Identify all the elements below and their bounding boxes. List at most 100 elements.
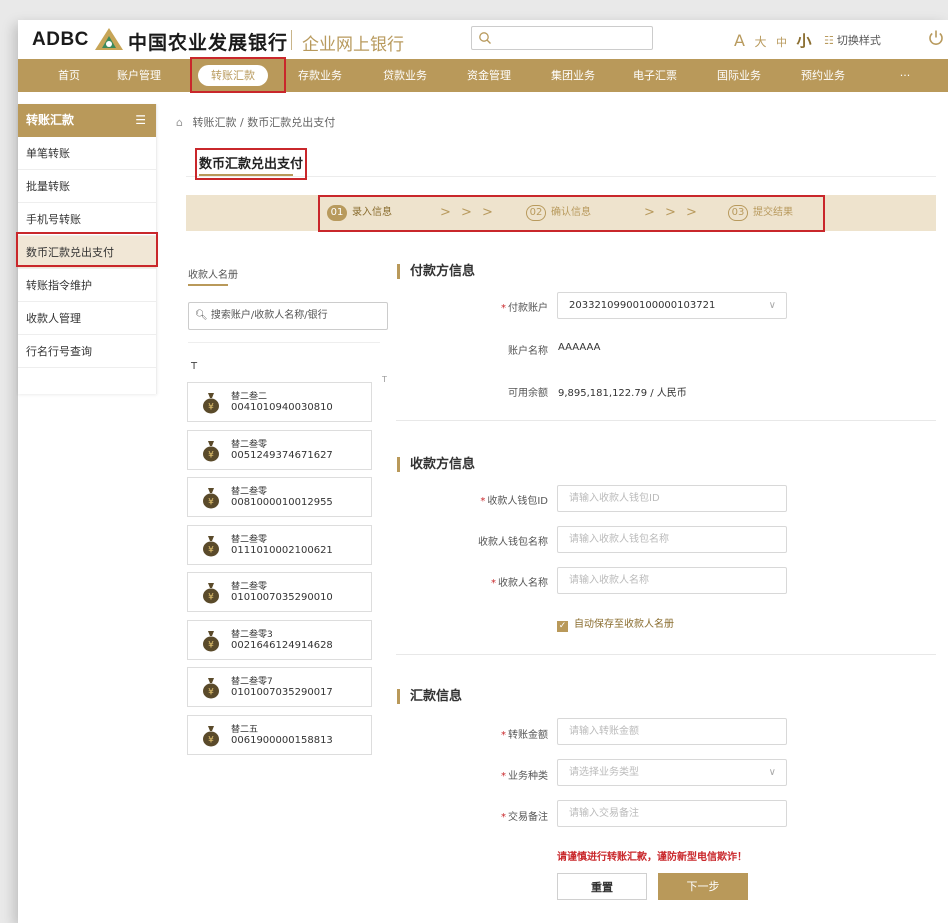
app-window: ADBC 中国农业发展银行 企业网上银行 A 大 中 小 ☷ 切换样式 首页 账…	[16, 20, 948, 923]
payee-name-label: * 收款人名称	[491, 578, 548, 589]
nav-more-button[interactable]: ···	[892, 59, 918, 92]
collapse-menu-icon[interactable]: ☰	[135, 104, 146, 137]
font-large-button[interactable]: 大	[754, 35, 766, 49]
payee-name-input[interactable]: 请输入收款人名称	[557, 567, 787, 594]
page-title: 数币汇款兑出支付	[199, 157, 304, 172]
payee-card[interactable]: ¥ 替二叁零 0111010002100621	[187, 525, 372, 565]
step-3: 03 提交结果	[728, 195, 793, 231]
memo-placeholder: 请输入交易备注	[569, 808, 639, 819]
payee-account: 0041010940030810	[231, 402, 333, 413]
money-bag-icon: ¥	[203, 488, 219, 509]
top-header: ADBC 中国农业发展银行 企业网上银行 A 大 中 小 ☷ 切换样式	[18, 20, 948, 59]
breadcrumb: ⌂ 转账汇款 / 数币汇款兑出支付	[176, 114, 335, 130]
payee-name: 替二叁零	[231, 487, 268, 497]
svg-text:¥: ¥	[208, 593, 214, 603]
wallet-name-input[interactable]: 请输入收款人钱包名称	[557, 526, 787, 553]
bank-logo-icon	[95, 28, 123, 50]
global-search-input[interactable]	[471, 26, 653, 50]
nav-item-deposit[interactable]: 存款业务	[295, 59, 345, 92]
payee-card[interactable]: ¥ 替二叁二 0041010940030810	[187, 382, 372, 422]
payee-account: 0101007035290017	[231, 687, 333, 698]
payee-account: 0051249374671627	[231, 450, 333, 461]
step-arrow-2: > > >	[644, 205, 700, 220]
switch-style-button[interactable]: ☷ 切换样式	[824, 32, 881, 48]
payee-group-letter: T	[191, 361, 198, 372]
font-medium-button[interactable]: 中	[776, 36, 787, 49]
payee-account: 0101007035290010	[231, 592, 333, 603]
wallet-name-label: 收款人钱包名称	[478, 537, 548, 548]
payee-name: 替二叁零	[231, 582, 268, 592]
sidebar-item-single-transfer[interactable]: 单笔转账	[18, 137, 156, 170]
memo-label-text: 交易备注	[508, 812, 548, 823]
payee-card[interactable]: ¥ 替二五 0061900000158813	[187, 715, 372, 755]
wallet-id-input[interactable]: 请输入收款人钱包ID	[557, 485, 787, 512]
business-type-placeholder: 请选择业务类型	[569, 767, 639, 778]
payer-account-label-text: 付款账户	[508, 303, 548, 314]
payee-account: 0111010002100621	[231, 545, 333, 556]
reset-button[interactable]: 重置	[557, 873, 647, 900]
payee-card[interactable]: ¥ 替二叁零 0081000010012955	[187, 477, 372, 517]
amount-label-text: 转账金额	[508, 730, 548, 741]
section-divider	[396, 654, 936, 655]
payee-name: 替二叁零	[231, 535, 268, 545]
payee-book-tab[interactable]: 收款人名册	[188, 266, 238, 281]
payee-card[interactable]: ¥ 替二叁零 0051249374671627	[187, 430, 372, 470]
fraud-warning: 请谨慎进行转账汇款，谨防新型电信欺诈！	[557, 852, 747, 863]
payee-name: 替二叁零	[231, 440, 268, 450]
logout-power-icon[interactable]	[926, 28, 946, 48]
payee-card[interactable]: ¥ 替二叁零3 0021646124914628	[187, 620, 372, 660]
search-icon: 🔍︎	[195, 310, 208, 321]
nav-item-international[interactable]: 国际业务	[714, 59, 764, 92]
memo-label: * 交易备注	[501, 812, 548, 823]
payee-search-input[interactable]: 🔍︎ 搜索账户/收款人名称/银行	[188, 302, 388, 330]
payee-card[interactable]: ¥ 替二叁零7 0101007035290017	[187, 667, 372, 707]
breadcrumb-item-transfer[interactable]: 转账汇款	[192, 116, 236, 129]
nav-item-ebill[interactable]: 电子汇票	[630, 59, 680, 92]
sidebar-item-payee-management[interactable]: 收款人管理	[18, 302, 156, 335]
remit-section-title: 汇款信息	[397, 689, 462, 704]
payee-section-title: 收款方信息	[397, 457, 475, 472]
balance-value: 9,895,181,122.79 / 人民币	[558, 388, 687, 399]
next-step-button[interactable]: 下一步	[658, 873, 748, 900]
business-type-select[interactable]: 请选择业务类型 ∨	[557, 759, 787, 786]
money-bag-icon: ¥	[203, 678, 219, 699]
amount-input[interactable]: 请输入转账金额	[557, 718, 787, 745]
payee-card[interactable]: ¥ 替二叁零 0101007035290010	[187, 572, 372, 612]
sidebar-item-bank-code-query[interactable]: 行名行号查询	[18, 335, 156, 368]
nav-item-appointment[interactable]: 预约业务	[798, 59, 848, 92]
svg-text:¥: ¥	[208, 736, 214, 746]
step-1-number: 01	[327, 205, 347, 221]
auto-save-checkbox[interactable]: ✓ 自动保存至收款人名册	[557, 615, 674, 632]
payer-account-select[interactable]: 20332109900100000103721 ∨	[557, 292, 787, 319]
payee-name: 替二叁零3	[231, 630, 273, 640]
nav-item-group[interactable]: 集团业务	[548, 59, 598, 92]
step-2-number: 02	[526, 205, 546, 221]
sidebar-item-ecny-remittance[interactable]: 数币汇款兑出支付	[18, 236, 156, 269]
payee-name-placeholder: 请输入收款人名称	[569, 575, 649, 586]
nav-item-home[interactable]: 首页	[52, 59, 86, 92]
sidebar-item-mobile-transfer[interactable]: 手机号转账	[18, 203, 156, 236]
svg-text:¥: ¥	[208, 546, 214, 556]
sidebar-item-batch-transfer[interactable]: 批量转账	[18, 170, 156, 203]
sidebar-item-instruction-maintenance[interactable]: 转账指令维护	[18, 269, 156, 302]
font-small-button[interactable]: 小	[796, 32, 811, 50]
nav-item-funds[interactable]: 资金管理	[464, 59, 514, 92]
memo-input[interactable]: 请输入交易备注	[557, 800, 787, 827]
nav-item-account[interactable]: 账户管理	[114, 59, 164, 92]
home-icon[interactable]: ⌂	[176, 116, 183, 129]
money-bag-icon: ¥	[203, 393, 219, 414]
step-1-label: 录入信息	[352, 207, 392, 218]
nav-item-transfer[interactable]: 转账汇款	[198, 65, 268, 86]
amount-placeholder: 请输入转账金额	[569, 726, 639, 737]
nav-item-loan[interactable]: 贷款业务	[380, 59, 430, 92]
svg-text:¥: ¥	[208, 498, 214, 508]
checkmark-icon: ✓	[557, 621, 568, 632]
sidebar-header: 转账汇款 ☰	[18, 104, 156, 137]
money-bag-icon: ¥	[203, 726, 219, 747]
alphabet-index-letter[interactable]: T	[382, 375, 387, 384]
business-type-label: * 业务种类	[501, 771, 548, 782]
money-bag-icon: ¥	[203, 441, 219, 462]
step-3-number: 03	[728, 205, 748, 221]
section-divider	[396, 420, 936, 421]
account-name-value: AAAAAA	[558, 342, 601, 353]
